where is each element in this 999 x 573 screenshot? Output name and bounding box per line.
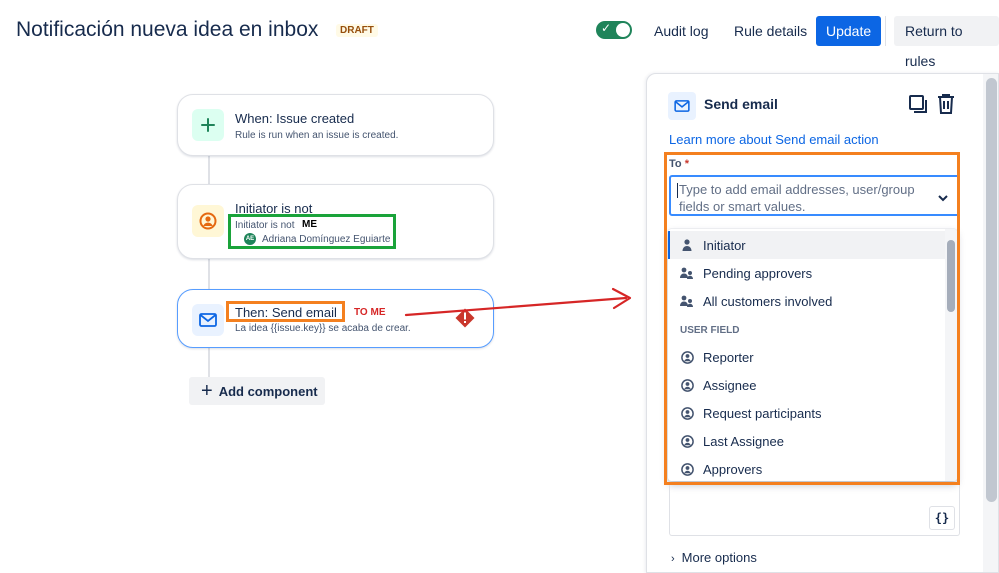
flow-connector (208, 259, 210, 289)
add-component-button[interactable]: + Add component (189, 377, 325, 405)
annotation-me-label: ME (302, 219, 317, 230)
dropdown-option-approvers[interactable]: Approvers (668, 455, 945, 481)
text-cursor (677, 183, 678, 198)
annotation-orange-box-small (226, 301, 345, 322)
to-recipients-input[interactable]: Type to add email addresses, user/group … (669, 175, 960, 216)
to-field-label: To * (669, 158, 689, 170)
people-icon (680, 295, 694, 307)
flow-connector (208, 156, 210, 184)
more-options-toggle[interactable]: › More options (671, 550, 757, 565)
trigger-card[interactable]: When: Issue created Rule is run when an … (177, 94, 494, 156)
add-component-label: Add component (218, 383, 318, 399)
chevron-down-icon[interactable] (938, 189, 948, 207)
rule-details-button[interactable]: Rule details (724, 16, 817, 46)
return-to-rules-button[interactable]: Return to rules (894, 16, 999, 69)
user-circle-icon (192, 205, 224, 237)
trash-icon[interactable] (935, 92, 957, 121)
mail-icon (668, 92, 696, 120)
plus-icon: + (201, 380, 213, 402)
dropdown-option-assignee[interactable]: Assignee (668, 371, 945, 399)
people-icon (680, 267, 694, 279)
user-circle-icon (680, 406, 694, 420)
dropdown-scrollbar-thumb[interactable] (947, 240, 955, 312)
smart-values-button[interactable]: {} (929, 506, 955, 530)
chevron-right-icon: › (671, 553, 675, 565)
header-divider (885, 16, 886, 46)
user-circle-icon (680, 378, 694, 392)
check-icon: ✓ (601, 21, 612, 35)
annotation-red-arrow (404, 287, 632, 317)
trigger-subtitle: Rule is run when an issue is created. (235, 130, 399, 141)
learn-more-link[interactable]: Learn more about Send email action (669, 132, 879, 147)
user-circle-icon (680, 350, 694, 364)
recipients-dropdown: Initiator Pending approvers All customer… (668, 229, 957, 481)
dropdown-option-all-customers[interactable]: All customers involved (668, 287, 945, 315)
user-circle-icon (680, 434, 694, 448)
email-body-textarea[interactable] (669, 482, 960, 536)
send-email-panel: Send email Learn more about Send email a… (646, 73, 999, 573)
action-subtitle: La idea {{issue.key}} se acaba de crear. (235, 323, 411, 334)
rule-title: Notificación nueva idea en inbox (16, 18, 319, 41)
panel-title: Send email (704, 96, 778, 112)
dropdown-option-reporter[interactable]: Reporter (668, 343, 945, 371)
trigger-title: When: Issue created (235, 111, 355, 126)
person-icon (680, 239, 694, 251)
flow-connector (208, 348, 210, 377)
to-input-placeholder: Type to add email addresses, user/group … (679, 182, 915, 214)
copy-icon[interactable] (907, 93, 929, 120)
dropdown-option-pending-approvers[interactable]: Pending approvers (668, 259, 945, 287)
rule-enabled-toggle[interactable]: ✓ (596, 21, 632, 39)
draft-badge: DRAFT (336, 24, 378, 37)
toggle-knob (616, 23, 630, 37)
dropdown-option-request-participants[interactable]: Request participants (668, 399, 945, 427)
update-button[interactable]: Update (816, 16, 882, 46)
annotation-to-me-label: TO ME (354, 307, 386, 318)
mail-icon (192, 304, 224, 336)
panel-scrollbar-thumb[interactable] (986, 78, 997, 502)
automation-rule-editor: Notificación nueva idea en inbox DRAFT ✓… (0, 0, 999, 573)
plus-icon (192, 109, 224, 141)
dropdown-option-initiator[interactable]: Initiator (668, 231, 945, 259)
dropdown-group-label: USER FIELD (680, 325, 740, 336)
user-circle-icon (680, 462, 694, 476)
audit-log-button[interactable]: Audit log (644, 16, 718, 46)
dropdown-option-last-assignee[interactable]: Last Assignee (668, 427, 945, 455)
